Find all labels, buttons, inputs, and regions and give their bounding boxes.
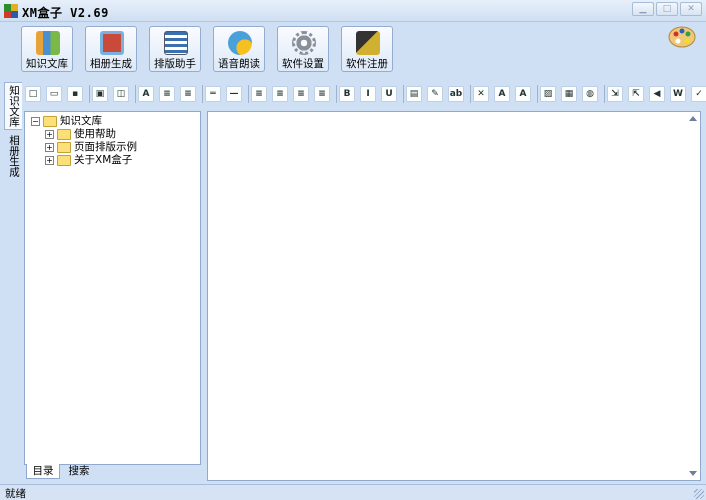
indent-increase-icon[interactable]: ≡ bbox=[180, 86, 196, 102]
settings-button[interactable]: 软件设置 bbox=[277, 26, 329, 72]
insert-folder-icon[interactable]: ▤ bbox=[406, 86, 422, 102]
toolbar-separator bbox=[403, 85, 404, 103]
scroll-down-icon[interactable] bbox=[689, 471, 697, 476]
window-title: XM盒子 V2.69 bbox=[22, 6, 109, 20]
save-icon[interactable]: ▪ bbox=[67, 86, 83, 102]
photo-album-button[interactable]: 相册生成 bbox=[85, 26, 137, 72]
align-right-icon[interactable]: ≡ bbox=[293, 86, 309, 102]
toolbar-separator bbox=[89, 85, 90, 103]
editor-area[interactable] bbox=[207, 111, 701, 481]
palette-icon[interactable] bbox=[668, 25, 696, 49]
insert-table-icon[interactable]: ▦ bbox=[561, 86, 577, 102]
directory-tree-panel: − 知识文库 + 使用帮助 + 页面排版示例 + 关于XM盒子 bbox=[24, 111, 201, 465]
folder-icon bbox=[57, 129, 71, 140]
books-icon bbox=[36, 31, 60, 55]
tab-knowledge-library[interactable]: 知识文库 bbox=[4, 82, 22, 130]
clear-format-icon[interactable]: ✕ bbox=[473, 86, 489, 102]
italic-icon[interactable]: I bbox=[360, 86, 376, 102]
toolbar-separator bbox=[604, 85, 605, 103]
underline-icon[interactable]: U bbox=[381, 86, 397, 102]
print-icon[interactable]: ▣ bbox=[92, 86, 108, 102]
resize-grip[interactable] bbox=[694, 489, 704, 499]
text-to-speech-button[interactable]: 语音朗读 bbox=[213, 26, 265, 72]
toolbar-separator bbox=[537, 85, 538, 103]
status-bar: 就绪 bbox=[0, 484, 706, 500]
hr-icon[interactable]: — bbox=[226, 86, 242, 102]
tab-search[interactable]: 搜索 bbox=[62, 464, 96, 479]
align-center-icon[interactable]: ≡ bbox=[272, 86, 288, 102]
title-bar: XM盒子 V2.69 ▁ □ ✕ bbox=[0, 0, 706, 22]
preview-icon[interactable]: ◫ bbox=[113, 86, 129, 102]
folder-icon bbox=[43, 116, 57, 127]
word-icon[interactable]: W bbox=[670, 86, 686, 102]
minimize-button[interactable]: ▁ bbox=[632, 2, 654, 16]
format-painter-icon[interactable]: ✎ bbox=[427, 86, 443, 102]
format-toolbar: □ ▭ ▪ ▣ ◫ A ≡ ≡ ═ — ≡ ≡ ≡ ≡ B I U ▤ ✎ ab ✕ A A ▨ ▦ ◍ ⇲ ⇱ ◀ W ✓ bbox=[22, 82, 706, 108]
export-icon[interactable]: ⇱ bbox=[628, 86, 644, 102]
key-icon bbox=[356, 31, 380, 55]
bold-icon[interactable]: B bbox=[339, 86, 355, 102]
folder-icon bbox=[57, 155, 71, 166]
find-icon[interactable]: A bbox=[138, 86, 154, 102]
folder-icon bbox=[57, 142, 71, 153]
side-tabs: 知识文库 相册生成 bbox=[4, 82, 22, 182]
open-icon[interactable]: ▭ bbox=[46, 86, 62, 102]
app-logo-icon bbox=[4, 4, 18, 18]
align-left-icon[interactable]: ≡ bbox=[251, 86, 267, 102]
layout-assistant-button[interactable]: 排版助手 bbox=[149, 26, 201, 72]
insert-image-icon[interactable]: ▨ bbox=[540, 86, 556, 102]
main-toolbar: 知识文库 相册生成 排版助手 语音朗读 软件设置 软件注册 bbox=[0, 22, 706, 78]
close-button[interactable]: ✕ bbox=[680, 2, 702, 16]
clean-icon[interactable]: ✓ bbox=[691, 86, 706, 102]
expand-icon[interactable]: + bbox=[45, 143, 54, 152]
hr-double-icon[interactable]: ═ bbox=[205, 86, 221, 102]
knowledge-library-button[interactable]: 知识文库 bbox=[21, 26, 73, 72]
insert-link-icon[interactable]: ◍ bbox=[582, 86, 598, 102]
collapse-icon[interactable]: − bbox=[31, 117, 40, 126]
register-button[interactable]: 软件注册 bbox=[341, 26, 393, 72]
expand-icon[interactable]: + bbox=[45, 130, 54, 139]
maximize-button[interactable]: □ bbox=[656, 2, 678, 16]
indent-decrease-icon[interactable]: ≡ bbox=[159, 86, 175, 102]
layout-icon bbox=[164, 31, 188, 55]
status-text: 就绪 bbox=[5, 488, 26, 500]
tab-directory[interactable]: 目录 bbox=[26, 464, 60, 479]
toolbar-separator bbox=[135, 85, 136, 103]
toolbar-separator bbox=[336, 85, 337, 103]
speech-icon bbox=[228, 31, 252, 55]
font-color-icon[interactable]: A bbox=[494, 86, 510, 102]
editor-scrollbar[interactable] bbox=[686, 112, 700, 480]
scroll-up-icon[interactable] bbox=[689, 116, 697, 121]
new-icon[interactable]: □ bbox=[25, 86, 41, 102]
tab-photo-album[interactable]: 相册生成 bbox=[4, 132, 22, 180]
expand-icon[interactable]: + bbox=[45, 156, 54, 165]
import-icon[interactable]: ⇲ bbox=[607, 86, 623, 102]
photo-album-icon bbox=[100, 31, 124, 55]
spell-check-icon[interactable]: ab bbox=[448, 86, 464, 102]
gear-icon bbox=[292, 31, 316, 55]
toolbar-separator bbox=[248, 85, 249, 103]
highlight-icon[interactable]: A bbox=[515, 86, 531, 102]
toolbar-separator bbox=[202, 85, 203, 103]
speaker-icon[interactable]: ◀ bbox=[649, 86, 665, 102]
justify-icon[interactable]: ≡ bbox=[314, 86, 330, 102]
toolbar-separator bbox=[470, 85, 471, 103]
